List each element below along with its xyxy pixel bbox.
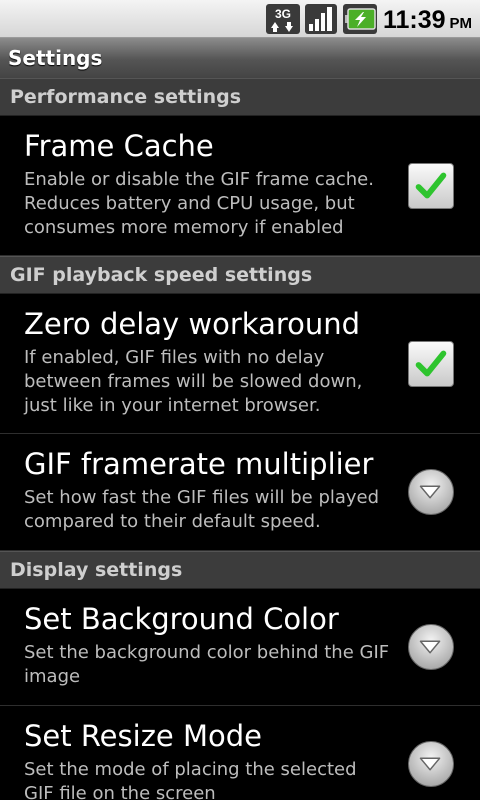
signal-strength-icon — [305, 4, 337, 34]
preferences-list[interactable]: Performance settings Frame Cache Enable … — [0, 78, 480, 800]
pref-summary: Set the background color behind the GIF … — [24, 642, 390, 687]
pref-set-background-color[interactable]: Set Background Color Set the background … — [0, 589, 480, 706]
status-bar: 3G 11:39 PM — [0, 0, 480, 38]
section-header-display: Display settings — [0, 551, 480, 589]
pref-set-resize-mode[interactable]: Set Resize Mode Set the mode of placing … — [0, 706, 480, 800]
clock-ampm: PM — [449, 15, 473, 32]
framerate-multiplier-dropdown[interactable] — [408, 469, 454, 515]
pref-title: Frame Cache — [24, 129, 214, 163]
frame-cache-checkbox[interactable] — [408, 162, 454, 209]
pref-summary: Set how fast the GIF files will be playe… — [24, 487, 380, 532]
section-header-playback-speed: GIF playback speed settings — [0, 256, 480, 294]
pref-title: Set Background Color — [24, 602, 339, 636]
3g-data-icon: 3G — [266, 4, 300, 34]
battery-charging-icon — [343, 4, 377, 34]
chevron-down-icon — [419, 485, 441, 499]
section-header-performance: Performance settings — [0, 78, 480, 116]
clock-time: 11:39 — [382, 6, 446, 34]
checkmark-icon — [415, 350, 447, 376]
page-title: Settings — [8, 46, 103, 70]
checkmark-icon — [415, 172, 447, 198]
pref-title: GIF framerate multiplier — [24, 447, 374, 481]
pref-title: Set Resize Mode — [24, 719, 262, 753]
chevron-down-icon — [419, 757, 441, 771]
pref-summary: Enable or disable the GIF frame cache. R… — [24, 169, 374, 238]
zero-delay-checkbox[interactable] — [408, 340, 454, 387]
pref-summary: Set the mode of placing the selected GIF… — [24, 759, 357, 800]
network-type-label: 3G — [275, 7, 291, 21]
chevron-down-icon — [419, 640, 441, 654]
pref-frame-cache[interactable]: Frame Cache Enable or disable the GIF fr… — [0, 116, 480, 256]
status-clock: 11:39 PM — [383, 4, 472, 34]
pref-summary: If enabled, GIF files with no delay betw… — [24, 347, 363, 416]
pref-title: Zero delay workaround — [24, 307, 361, 341]
resize-mode-dropdown[interactable] — [408, 741, 454, 787]
background-color-dropdown[interactable] — [408, 624, 454, 670]
pref-zero-delay-workaround[interactable]: Zero delay workaround If enabled, GIF fi… — [0, 294, 480, 434]
title-bar: Settings — [0, 38, 480, 78]
pref-gif-framerate-multiplier[interactable]: GIF framerate multiplier Set how fast th… — [0, 434, 480, 551]
